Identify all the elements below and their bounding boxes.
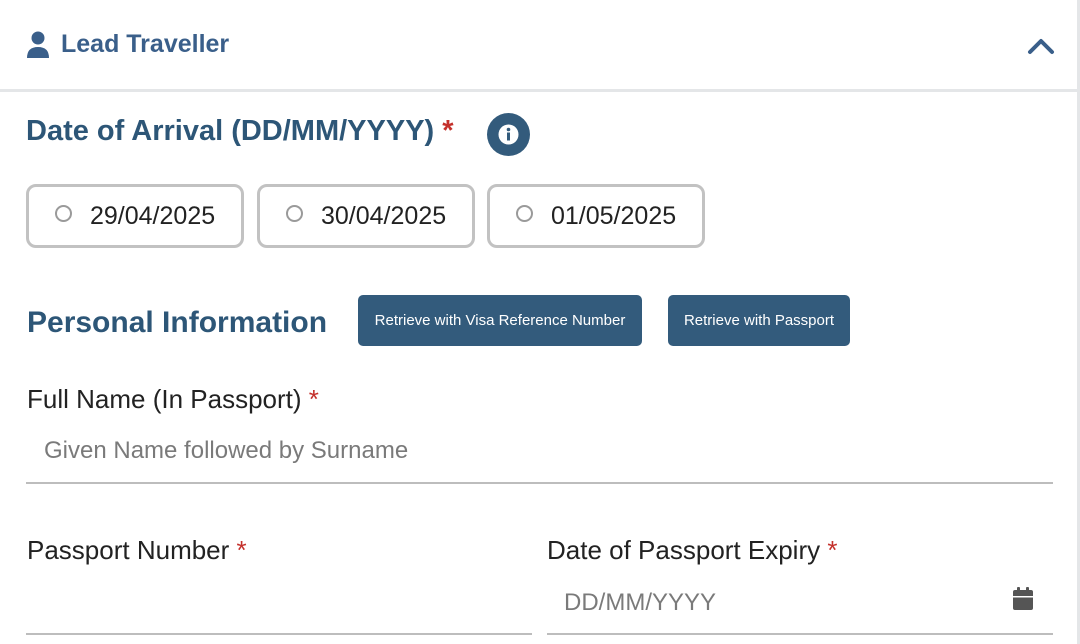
retrieve-passport-button[interactable]: Retrieve with Passport	[668, 295, 850, 346]
radio-button[interactable]	[516, 205, 533, 222]
full-name-label: Full Name (In Passport) *	[27, 384, 319, 415]
calendar-icon[interactable]	[1012, 587, 1034, 611]
info-icon[interactable]	[487, 113, 530, 156]
passport-expiry-label-text: Date of Passport Expiry	[547, 535, 821, 565]
section-title: Lead Traveller	[61, 30, 230, 58]
passport-number-label: Passport Number *	[27, 535, 247, 566]
passport-number-input[interactable]	[26, 576, 532, 635]
arrival-date-heading: Date of Arrival (DD/MM/YYYY) *	[26, 115, 454, 148]
user-icon	[27, 31, 49, 58]
radio-button[interactable]	[286, 205, 303, 222]
arrival-option-3[interactable]: 01/05/2025	[487, 184, 705, 248]
passport-number-label-text: Passport Number	[27, 535, 230, 565]
passport-expiry-input[interactable]: DD/MM/YYYY	[547, 576, 1053, 635]
full-name-input[interactable]: Given Name followed by Surname	[26, 425, 1053, 484]
passport-expiry-label: Date of Passport Expiry *	[547, 535, 837, 566]
retrieve-visa-button[interactable]: Retrieve with Visa Reference Number	[358, 295, 642, 346]
lead-traveller-header[interactable]: Lead Traveller	[0, 0, 1080, 92]
required-mark: *	[442, 115, 454, 147]
required-mark: *	[827, 535, 838, 565]
full-name-label-text: Full Name (In Passport)	[27, 384, 302, 414]
arrival-option-label: 01/05/2025	[551, 202, 677, 230]
radio-button[interactable]	[55, 205, 72, 222]
personal-information-heading: Personal Information	[27, 306, 328, 339]
chevron-up-icon[interactable]	[1027, 36, 1055, 56]
full-name-placeholder: Given Name followed by Surname	[44, 437, 409, 464]
required-mark: *	[308, 384, 319, 414]
arrival-option-1[interactable]: 29/04/2025	[26, 184, 244, 248]
arrival-option-label: 29/04/2025	[90, 202, 216, 230]
arrival-date-label: Date of Arrival (DD/MM/YYYY)	[26, 115, 435, 147]
arrival-option-label: 30/04/2025	[321, 202, 447, 230]
passport-expiry-placeholder: DD/MM/YYYY	[564, 589, 717, 616]
arrival-option-2[interactable]: 30/04/2025	[257, 184, 475, 248]
required-mark: *	[236, 535, 247, 565]
